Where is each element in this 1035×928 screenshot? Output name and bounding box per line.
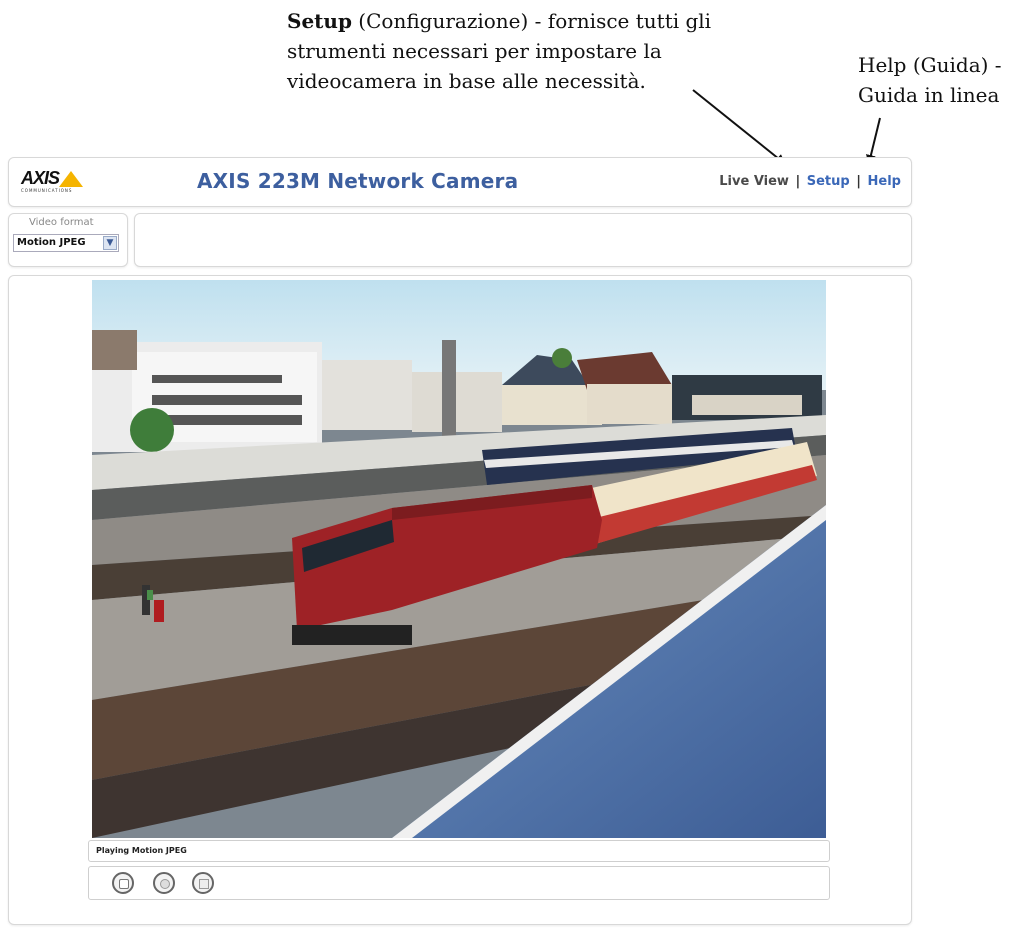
setup-annotation-rest: (Configurazione) - fornisce tutti gli	[351, 9, 712, 33]
live-video-image	[92, 280, 826, 838]
fullscreen-icon	[199, 879, 209, 889]
video-format-value: Motion JPEG	[17, 237, 86, 248]
help-annotation-line2: Guida in linea	[858, 83, 1000, 107]
setup-annotation: Setup (Configurazione) - fornisce tutti …	[287, 6, 807, 96]
stop-button[interactable]	[112, 872, 134, 894]
nav-setup[interactable]: Setup	[807, 174, 850, 189]
video-controls-bar	[88, 866, 830, 900]
main-panel: Playing Motion JPEG	[8, 275, 912, 925]
header-bar: AXIS COMMUNICATIONS AXIS 223M Network Ca…	[8, 157, 912, 207]
video-status-text: Playing Motion JPEG	[96, 846, 187, 855]
snapshot-icon	[160, 879, 170, 889]
nav-help[interactable]: Help	[868, 174, 901, 189]
video-format-select[interactable]: Motion JPEG ▼	[13, 234, 119, 252]
logo-text: AXIS	[21, 168, 60, 188]
setup-annotation-bold: Setup	[287, 9, 352, 33]
setup-arrow	[692, 89, 786, 165]
video-status-bar: Playing Motion JPEG	[88, 840, 830, 862]
logo-triangle-icon	[59, 171, 83, 187]
product-title: AXIS 223M Network Camera	[197, 169, 519, 193]
video-frame	[92, 280, 826, 838]
setup-annotation-line3: videocamera in base alle necessità.	[287, 69, 646, 93]
chevron-down-icon[interactable]: ▼	[103, 236, 117, 250]
video-format-label: Video format	[29, 217, 94, 228]
fullscreen-button[interactable]	[192, 872, 214, 894]
nav-separator: |	[795, 174, 801, 189]
setup-annotation-line2: strumenti necessari per impostare la	[287, 39, 662, 63]
stop-icon	[119, 879, 129, 889]
help-annotation-line1: Help (Guida) -	[858, 53, 1002, 77]
logo-tagline: COMMUNICATIONS	[21, 188, 73, 193]
top-nav: Live View | Setup | Help	[719, 174, 901, 189]
nav-live-view[interactable]: Live View	[719, 174, 789, 189]
video-format-panel: Video format Motion JPEG ▼	[8, 213, 128, 267]
snapshot-button[interactable]	[153, 872, 175, 894]
axis-logo: AXIS COMMUNICATIONS	[21, 168, 91, 196]
toolbar-panel	[134, 213, 912, 267]
help-annotation: Help (Guida) - Guida in linea	[858, 50, 1035, 110]
nav-separator: |	[856, 174, 861, 189]
